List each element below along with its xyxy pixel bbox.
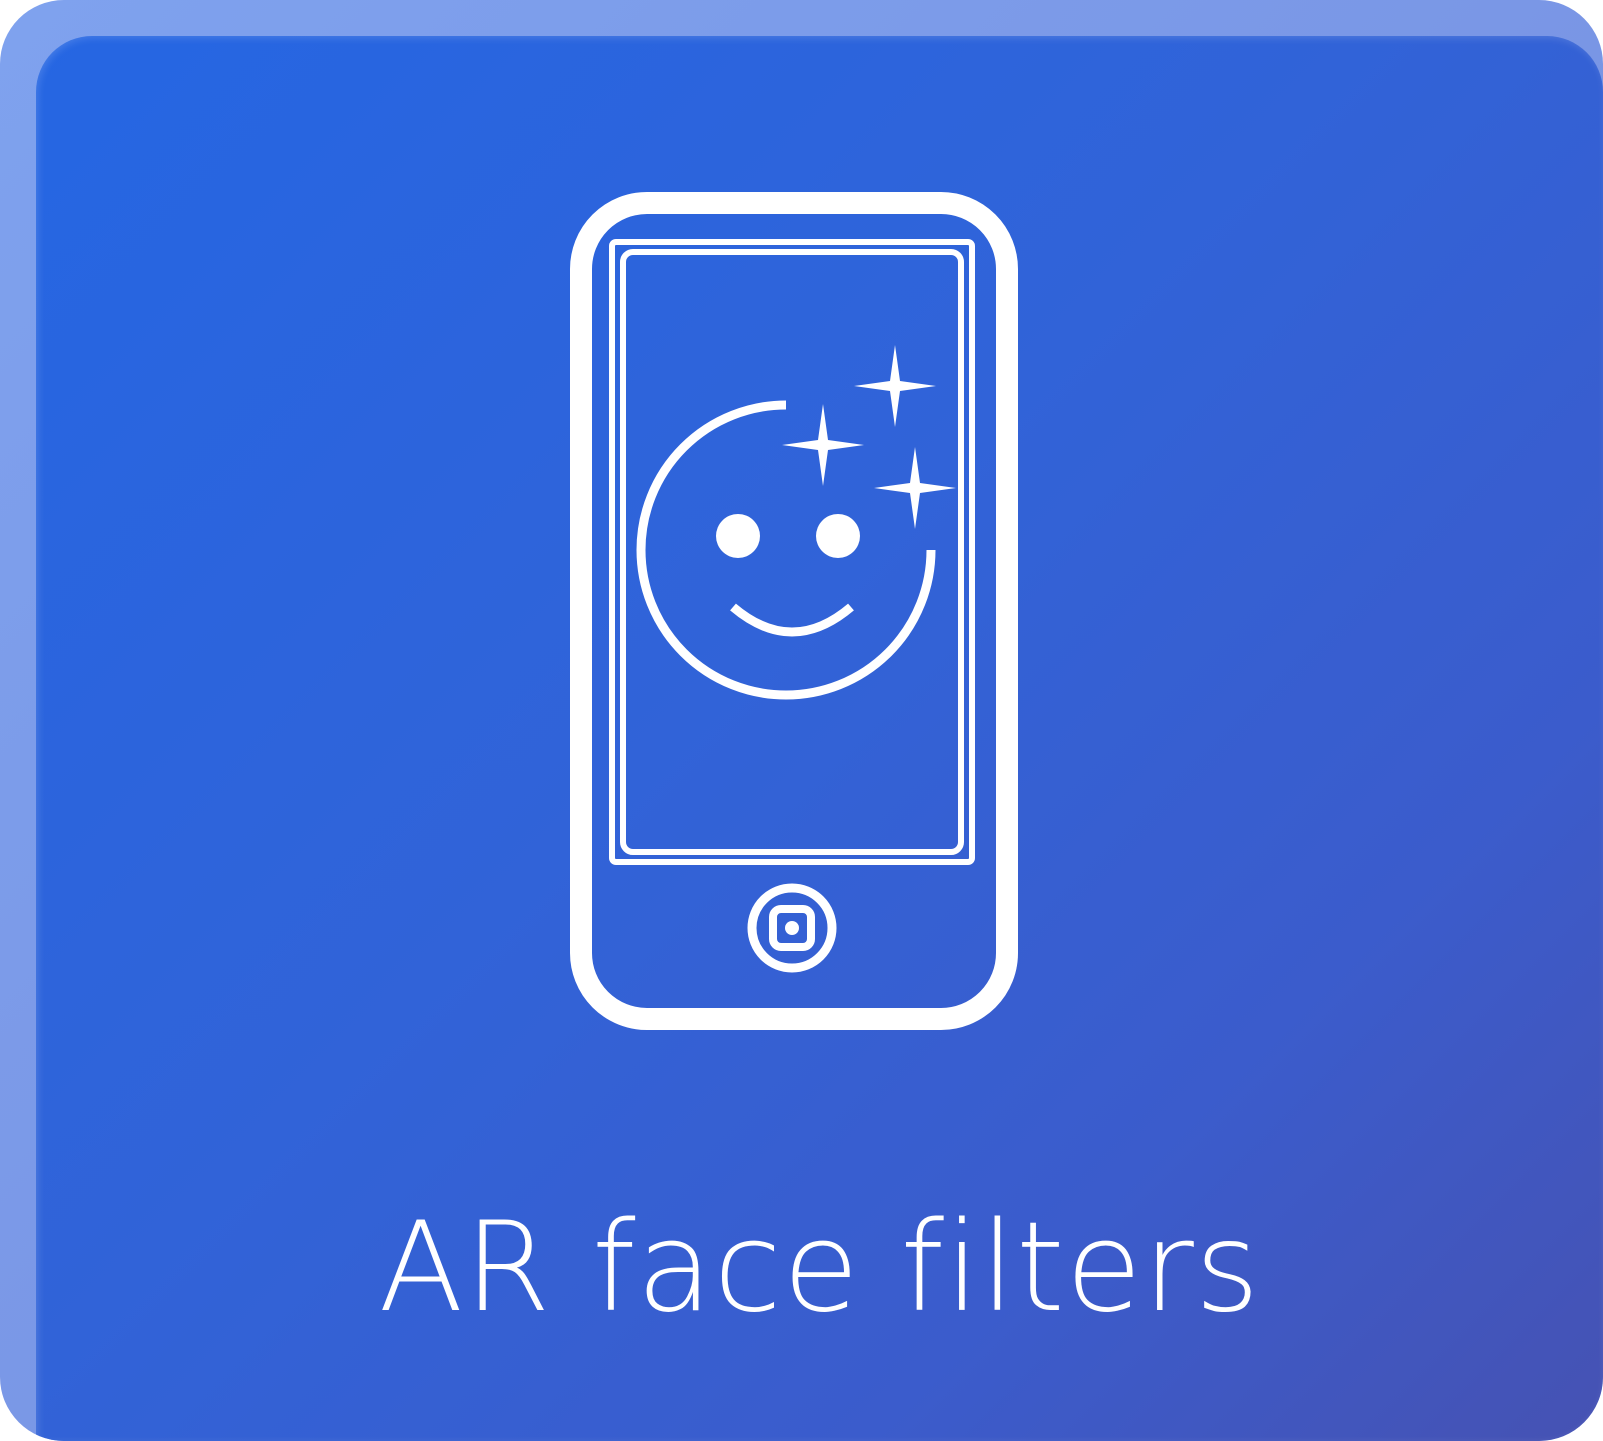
sparkle-icon <box>782 404 864 486</box>
phone-body <box>570 192 1018 1030</box>
phone-smiley-sparkles-icon <box>570 192 1018 1036</box>
feature-card[interactable]: AR face filters <box>0 0 1603 1441</box>
phone-screen <box>620 249 964 855</box>
card-title: AR face filters <box>378 1196 1261 1340</box>
sparkle-icon <box>874 447 956 529</box>
sparkle-icon <box>854 345 936 427</box>
smiley-face-icon <box>636 400 936 700</box>
phone-screen-frame <box>609 239 975 865</box>
